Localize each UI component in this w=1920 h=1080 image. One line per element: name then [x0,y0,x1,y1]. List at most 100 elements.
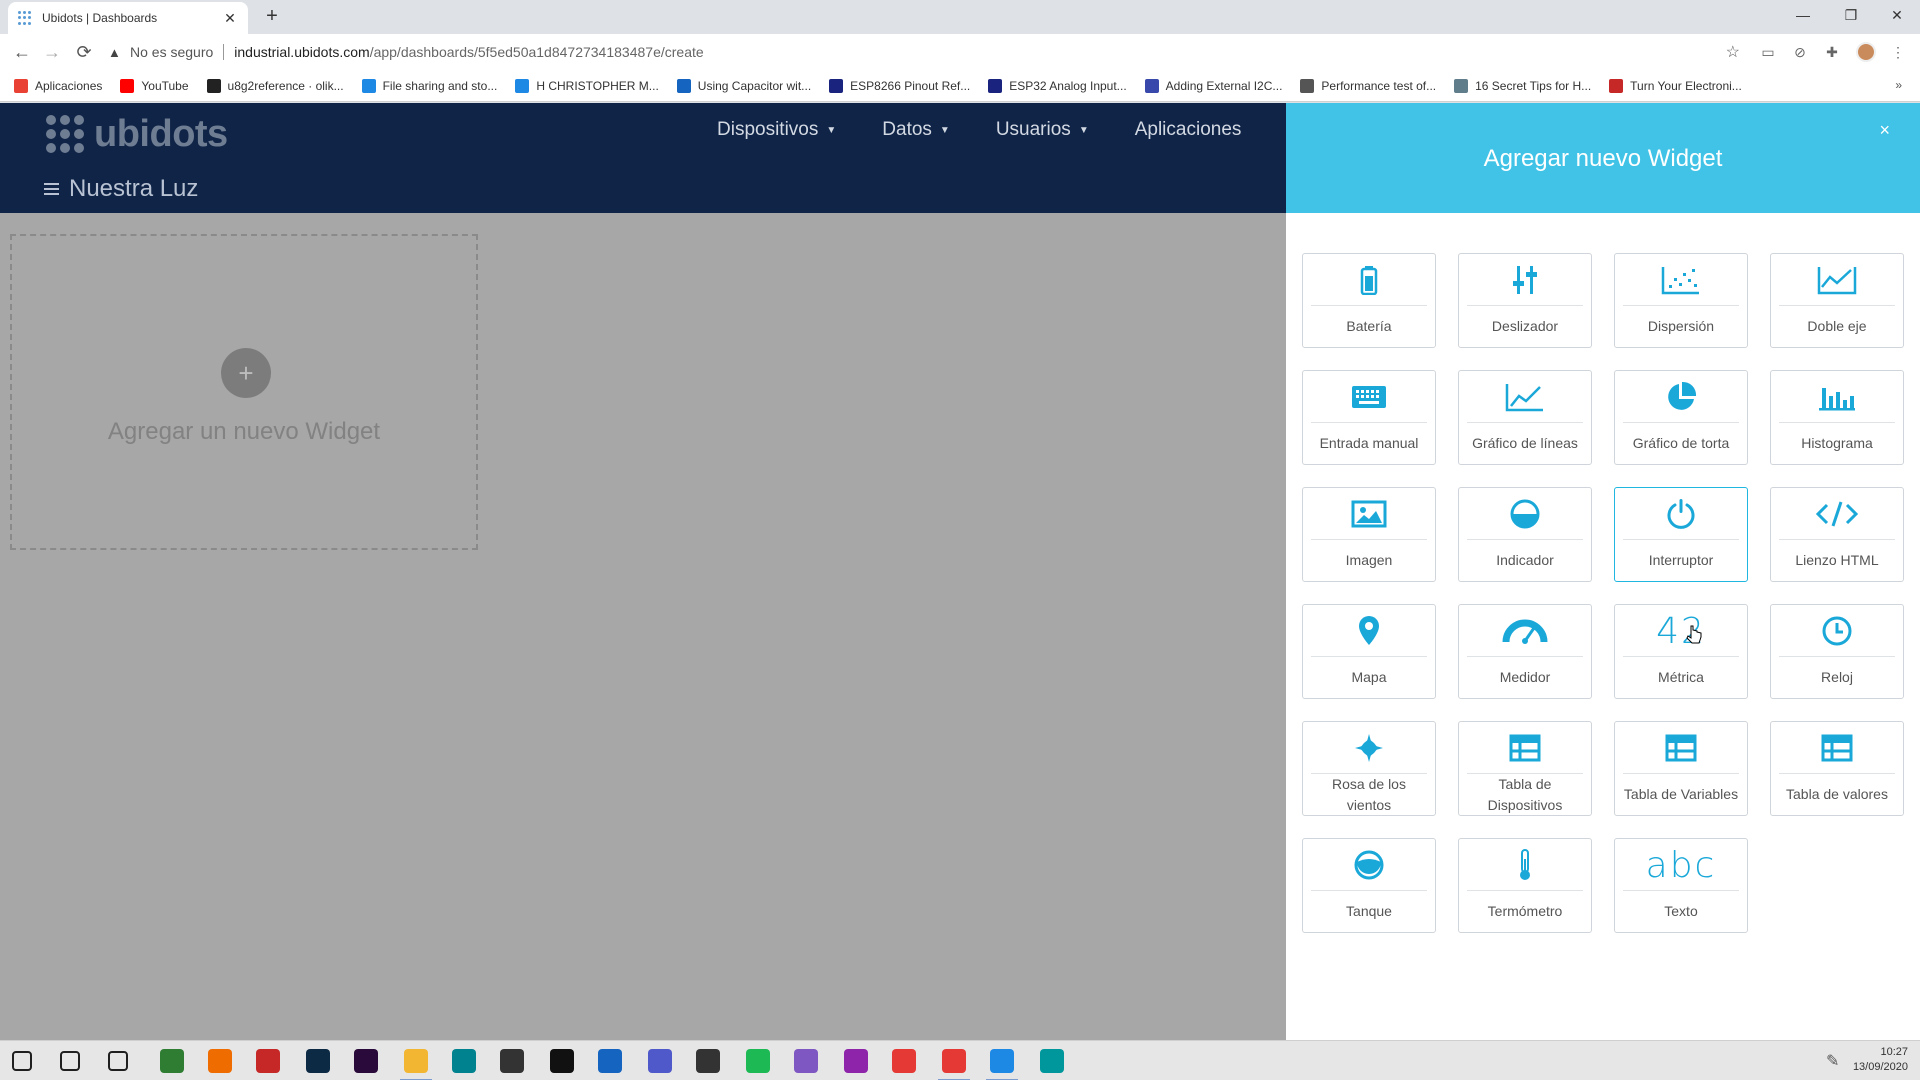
app-icon[interactable] [160,1049,184,1073]
search-icon[interactable] [60,1051,80,1071]
widget-card-histograma[interactable]: Histograma [1770,370,1904,465]
widget-card-lienzo-html[interactable]: Lienzo HTML [1770,487,1904,582]
app-icon[interactable] [696,1049,720,1073]
widget-card-tabla-de-valores[interactable]: Tabla de valores [1770,721,1904,816]
task-view-icon[interactable] [108,1051,128,1071]
widget-card-grafico-de-lineas[interactable]: Gráfico de líneas [1458,370,1592,465]
widget-card-label: Reloj [1821,669,1853,686]
bookmark-item[interactable]: ESP8266 Pinout Ref... [829,78,970,93]
bookmark-item[interactable]: 16 Secret Tips for H... [1454,78,1591,93]
app-icon[interactable] [986,1049,1018,1080]
bookmarks-bar: Aplicaciones YouTube u8g2reference · olik.… [0,70,1920,102]
nav-item-datos[interactable]: Datos ▼ [882,119,950,141]
store-icon[interactable] [500,1049,524,1073]
widget-card-mapa[interactable]: Mapa [1302,604,1436,699]
widget-card-interruptor[interactable]: Interruptor [1614,487,1748,582]
taskbar-clock[interactable]: 10:27 13/09/2020 [1853,1045,1908,1075]
bookmark-item[interactable]: Adding External I2C... [1144,78,1282,93]
app-icon[interactable] [256,1049,280,1073]
teams-icon[interactable] [648,1049,672,1073]
reload-icon[interactable]: ⟳ [72,40,96,64]
widget-card-tabla-de-dispositivos[interactable]: Tabla de Dispositivos [1458,721,1592,816]
add-widget-placeholder[interactable]: + Agregar un nuevo Widget [10,234,478,550]
window-minimize-button[interactable]: — [1780,0,1826,30]
new-tab-button[interactable]: + [260,5,284,28]
file-explorer-icon[interactable] [400,1049,432,1080]
bookmark-favicon-icon [676,78,691,93]
mail-icon[interactable] [598,1049,622,1073]
widget-card-bateria[interactable]: Batería [1302,253,1436,348]
bookmark-item[interactable]: Using Capacitor wit... [676,78,811,93]
profile-avatar[interactable] [1856,42,1876,62]
bookmark-item[interactable]: YouTube [120,78,189,93]
nav-item-label: Dispositivos [717,119,819,140]
widget-card-entrada-manual[interactable]: Entrada manual [1302,370,1436,465]
widget-card-doble-eje[interactable]: Doble eje [1770,253,1904,348]
widget-card-rosa-de-los-vientos[interactable]: Rosa de los vientos [1302,721,1436,816]
bookmark-favicon-icon [515,78,530,93]
widget-card-label: Dispersión [1647,318,1715,335]
widget-card-medidor[interactable]: Medidor [1458,604,1592,699]
cast-icon[interactable]: ▭ [1758,42,1778,62]
window-close-button[interactable]: ✕ [1874,0,1920,30]
widget-card-dispersion[interactable]: Dispersión [1614,253,1748,348]
bookmark-favicon-icon [1454,78,1469,93]
photoshop-icon[interactable] [306,1049,330,1073]
bookmark-item[interactable]: Turn Your Electroni... [1609,78,1742,93]
back-arrow-icon[interactable]: ← [10,40,34,64]
nav-item-dispositivos[interactable]: Dispositivos ▼ [717,119,836,141]
widget-card-termometro[interactable]: Termómetro [1458,838,1592,933]
app-icon[interactable] [208,1049,232,1073]
forward-arrow-icon[interactable]: → [40,40,64,64]
panel-close-icon[interactable]: × [1879,120,1890,141]
widget-card-texto[interactable]: abc Texto [1614,838,1748,933]
browser-tab[interactable]: Ubidots | Dashboards ✕ [8,2,248,34]
arduino-icon[interactable] [1040,1049,1064,1073]
widget-card-tanque[interactable]: Tanque [1302,838,1436,933]
instagram-icon[interactable] [844,1049,868,1073]
ubidots-logo[interactable]: ubidots [46,111,228,157]
arduino-icon[interactable] [452,1049,476,1073]
address-bar[interactable]: ▲ No es seguro industrial.ubidots.com /a… [108,37,1748,67]
widget-card-label: Medidor [1499,669,1551,686]
chrome-icon[interactable] [938,1049,970,1080]
bookmark-item[interactable]: u8g2reference · olik... [206,78,344,93]
widget-card-imagen[interactable]: Imagen [1302,487,1436,582]
dashboard-title[interactable]: Nuestra Luz [44,175,198,203]
nav-item-usuarios[interactable]: Usuarios ▼ [996,119,1089,141]
block-icon[interactable]: ⊘ [1790,42,1810,62]
extensions-puzzle-icon[interactable]: ✚ [1822,42,1842,62]
chrome-icon[interactable] [892,1049,916,1073]
bookmark-item[interactable]: Aplicaciones [14,78,102,93]
widget-card-tabla-de-variables[interactable]: Tabla de Variables [1614,721,1748,816]
nav-item-aplicaciones[interactable]: Aplicaciones [1135,119,1242,141]
widget-card-reloj[interactable]: Reloj [1770,604,1904,699]
tab-close-icon[interactable]: ✕ [222,10,238,27]
bookmark-item[interactable]: Performance test of... [1300,78,1436,93]
bookmark-item[interactable]: H CHRISTOPHER M... [515,78,659,93]
widget-card-label: Gráfico de líneas [1472,435,1578,452]
hamburger-menu-icon[interactable] [44,180,59,198]
pen-tray-icon[interactable]: ✎ [1826,1051,1839,1071]
netflix-icon[interactable] [550,1049,574,1073]
widget-card-indicador[interactable]: Indicador [1458,487,1592,582]
bookmarks-overflow-icon[interactable]: » [1895,78,1902,92]
window-maximize-button[interactable]: ❐ [1828,0,1874,30]
clock-icon [1771,613,1903,649]
bookmark-star-icon[interactable]: ☆ [1726,42,1740,62]
widget-card-grafico-de-torta[interactable]: Gráfico de torta [1614,370,1748,465]
premiere-icon[interactable] [354,1049,378,1073]
spotify-icon[interactable] [746,1049,770,1073]
panel-header: Agregar nuevo Widget × [1286,103,1920,213]
omnibox-separator [223,44,225,60]
widget-card-metrica[interactable]: 42 Métrica [1614,604,1748,699]
widget-card-deslizador[interactable]: Deslizador [1458,253,1592,348]
windows-start-icon[interactable] [12,1051,32,1071]
add-widget-plus-icon[interactable]: + [221,348,271,398]
caret-down-icon: ▼ [826,124,837,136]
browser-menu-icon[interactable]: ⋮ [1888,42,1908,62]
tab-title: Ubidots | Dashboards [42,11,158,25]
whatsapp-icon[interactable] [794,1049,818,1073]
bookmark-item[interactable]: ESP32 Analog Input... [988,78,1127,93]
bookmark-item[interactable]: File sharing and sto... [361,78,497,93]
